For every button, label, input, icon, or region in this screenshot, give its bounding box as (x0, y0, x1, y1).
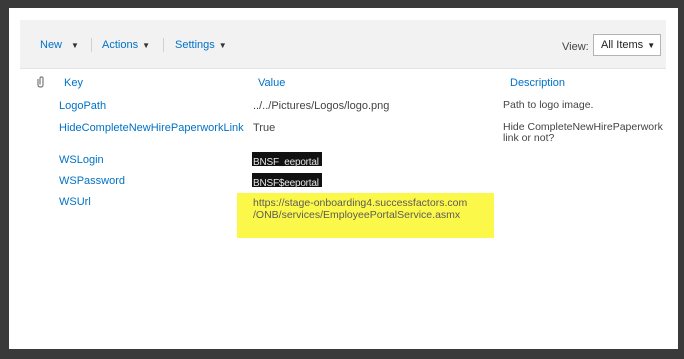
row-value-wsurl-line1: https://stage-onboarding4.successfactors… (253, 197, 468, 209)
list-toolbar: New ▼ Actions ▼ Settings ▼ View: All Items ▼ (20, 20, 666, 69)
caret-down-icon: ▼ (71, 41, 79, 50)
screenshot-frame-right (678, 0, 684, 359)
toolbar-divider (91, 38, 92, 52)
column-header-description[interactable]: Description (510, 77, 565, 89)
row-value-wspassword-redacted: BNSF$eeportal (252, 173, 322, 189)
view-selected-value: All Items (601, 39, 644, 51)
screenshot-frame-left (0, 0, 9, 359)
screenshot-frame-bottom (0, 349, 684, 359)
redacted-text: BNSF$eeportal (253, 178, 319, 189)
column-header-key[interactable]: Key (64, 77, 83, 89)
row-value-wsurl-line2: /ONB/services/EmployeePortalService.asmx (253, 209, 461, 221)
view-selector[interactable]: All Items ▼ (593, 34, 661, 56)
actions-label: Actions (102, 39, 139, 51)
row-key-wsurl[interactable]: WSUrl (59, 196, 91, 208)
screenshot-frame-top (0, 0, 684, 8)
view-label: View: (562, 41, 589, 53)
settings-menu[interactable]: Settings ▼ (175, 39, 227, 51)
description-line: link or not? (503, 132, 555, 144)
row-value-logopath: ../../Pictures/Logos/logo.png (253, 100, 390, 112)
row-key-hidecomplete[interactable]: HideCompleteNewHirePaperworkLink (59, 122, 244, 134)
redacted-text: BNSF_eeportal (253, 157, 319, 168)
row-key-wslogin[interactable]: WSLogin (59, 154, 104, 166)
settings-label: Settings (175, 39, 215, 51)
actions-menu[interactable]: Actions ▼ (102, 39, 150, 51)
caret-down-icon: ▼ (647, 41, 656, 50)
caret-down-icon: ▼ (142, 41, 150, 50)
row-description-logopath: Path to logo image. (503, 99, 594, 111)
row-value-hidecomplete: True (253, 122, 276, 134)
caret-down-icon: ▼ (218, 41, 227, 50)
column-header-value[interactable]: Value (258, 77, 285, 89)
row-value-wslogin-redacted: BNSF_eeportal (252, 152, 322, 168)
paperclip-icon (37, 76, 44, 88)
row-description-hidecomplete: Hide CompleteNewHirePaperwork link or no… (503, 122, 663, 144)
new-menu[interactable]: New ▼ (40, 39, 79, 51)
row-key-wspassword[interactable]: WSPassword (59, 175, 125, 187)
new-label: New (40, 39, 63, 51)
row-key-logopath[interactable]: LogoPath (59, 100, 106, 112)
toolbar-divider (163, 38, 164, 52)
